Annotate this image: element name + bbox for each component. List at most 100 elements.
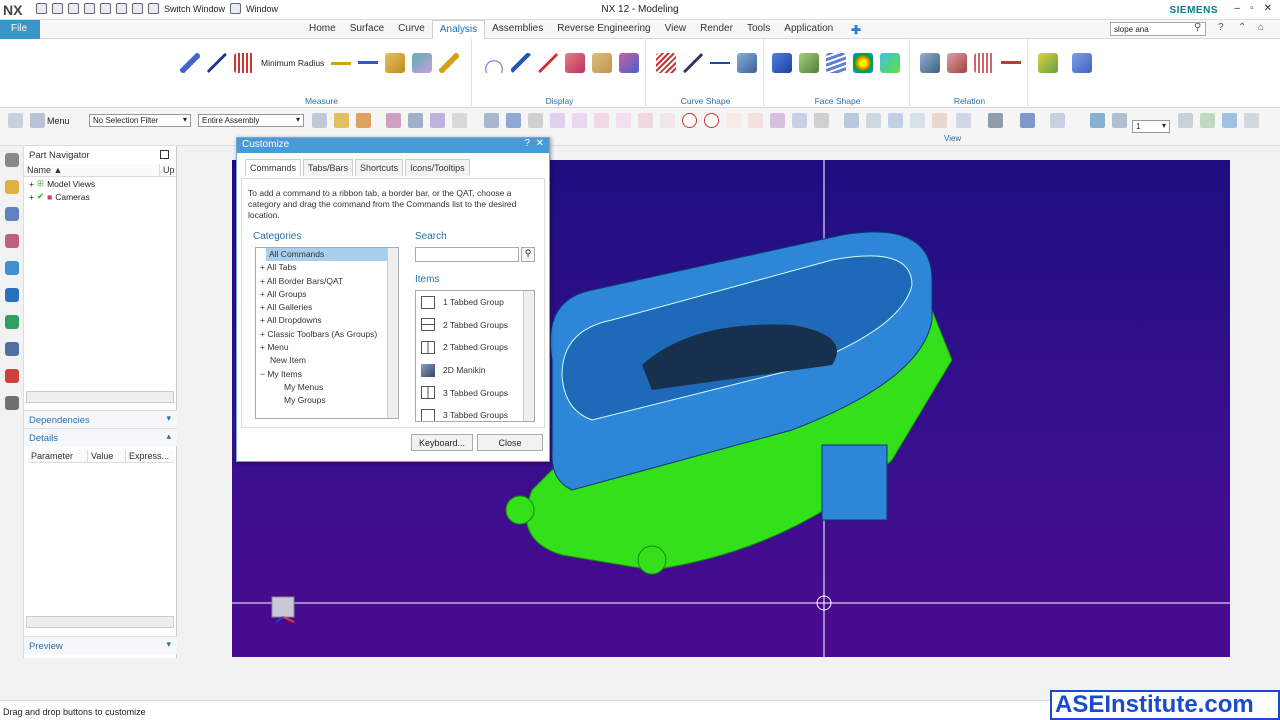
- wcs-icon[interactable]: [1178, 113, 1193, 128]
- category-item[interactable]: − My Items: [256, 368, 398, 381]
- expand-icon[interactable]: +: [260, 276, 265, 286]
- expression-column-header[interactable]: Express...: [126, 450, 172, 462]
- keyboard-button[interactable]: Keyboard...: [411, 434, 473, 451]
- mid-point-icon[interactable]: [594, 113, 609, 128]
- layer-settings-icon[interactable]: [1112, 113, 1127, 128]
- more-tools-icon[interactable]: [1072, 53, 1092, 73]
- tab-render[interactable]: Render: [693, 20, 740, 39]
- pan-icon[interactable]: [910, 113, 925, 128]
- chevron-up-icon[interactable]: ▴: [166, 431, 171, 442]
- items-vertical-scrollbar[interactable]: [523, 291, 534, 421]
- simple-distance-icon[interactable]: [439, 53, 460, 73]
- category-item[interactable]: All Commands: [266, 248, 398, 262]
- select-feature-icon[interactable]: [356, 113, 371, 128]
- reflection-icon[interactable]: [592, 53, 612, 73]
- dependencies-panel-header[interactable]: Dependencies ▾: [24, 410, 177, 428]
- arc-center-icon[interactable]: [682, 113, 697, 128]
- show-hide-icon[interactable]: [1200, 113, 1215, 128]
- sheet-body-icon[interactable]: [506, 113, 521, 128]
- hd3d-tools-icon[interactable]: [5, 288, 19, 302]
- items-list[interactable]: 1 Tabbed Group 2 Tabbed Groups 2 Tabbed …: [415, 290, 535, 422]
- category-item[interactable]: + All Border Bars/QAT: [256, 275, 398, 288]
- command-finder-input[interactable]: slope ana: [1110, 22, 1206, 36]
- snap-icon[interactable]: [334, 113, 349, 128]
- close-icon[interactable]: ✕: [536, 138, 544, 149]
- command-item[interactable]: 2D Manikin: [416, 359, 534, 382]
- system-materials-icon[interactable]: [5, 369, 19, 383]
- category-item[interactable]: + All Groups: [256, 288, 398, 301]
- inflection-icon[interactable]: [710, 53, 730, 73]
- control-point-icon[interactable]: [616, 113, 631, 128]
- tab-reverse-engineering[interactable]: Reverse Engineering: [550, 20, 657, 39]
- name-column-header[interactable]: Name ▲: [24, 164, 160, 176]
- category-item[interactable]: + All Tabs: [256, 261, 398, 274]
- minimum-radius-button[interactable]: Minimum Radius: [261, 58, 324, 68]
- category-item[interactable]: + Menu: [256, 341, 398, 354]
- general-selection-icon[interactable]: [312, 113, 327, 128]
- move-icon[interactable]: [528, 113, 543, 128]
- face-curvature-icon[interactable]: [565, 53, 585, 73]
- expand-icon[interactable]: +: [260, 329, 265, 339]
- preview-panel-header[interactable]: Preview ▾: [24, 636, 177, 654]
- bounded-grid-icon[interactable]: [792, 113, 807, 128]
- solid-body-icon[interactable]: [484, 113, 499, 128]
- curve-analysis-icon[interactable]: [511, 53, 531, 73]
- details-panel-header[interactable]: Details ▴: [24, 428, 177, 446]
- assembly-scope-select[interactable]: Entire Assembly: [198, 114, 304, 127]
- deviation-icon[interactable]: [538, 53, 558, 73]
- gallery-icon[interactable]: [1038, 53, 1058, 73]
- measure-bodies-icon[interactable]: [385, 53, 406, 73]
- command-item[interactable]: 2 Tabbed Groups: [416, 336, 534, 359]
- dialog-title-bar[interactable]: Customize ? ✕: [237, 138, 549, 153]
- category-item[interactable]: New Item: [256, 354, 398, 367]
- end-point-icon[interactable]: [572, 113, 587, 128]
- continuity-icon[interactable]: [974, 53, 994, 73]
- parameter-column-header[interactable]: Parameter: [28, 450, 88, 462]
- measure-length-icon[interactable]: [234, 53, 254, 73]
- constraint-navigator-icon[interactable]: [5, 207, 19, 221]
- intersection-icon[interactable]: [638, 113, 653, 128]
- expand-icon[interactable]: +: [260, 302, 265, 312]
- expand-icon[interactable]: +: [29, 192, 34, 202]
- point-on-surface-icon[interactable]: [770, 113, 785, 128]
- fit-icon[interactable]: [844, 113, 859, 128]
- search-icon[interactable]: ⚲: [521, 247, 535, 262]
- expand-icon[interactable]: +: [260, 262, 265, 272]
- orient-view-icon[interactable]: [932, 113, 947, 128]
- color-map-icon[interactable]: [853, 53, 873, 73]
- web-browser-icon[interactable]: [5, 315, 19, 329]
- category-item[interactable]: My Groups: [256, 394, 398, 407]
- show-all-icon[interactable]: [1244, 113, 1259, 128]
- roles-icon[interactable]: [5, 396, 19, 410]
- assembly-navigator-icon[interactable]: [5, 180, 19, 194]
- category-item[interactable]: + Classic Toolbars (As Groups): [256, 328, 398, 341]
- work-layer-select[interactable]: 1: [1132, 120, 1170, 133]
- curve-comb-icon[interactable]: [656, 53, 676, 73]
- tab-analysis[interactable]: Analysis: [431, 20, 486, 39]
- restore-icon[interactable]: ▫: [1250, 3, 1254, 14]
- command-search-input[interactable]: [415, 247, 519, 262]
- curve-shape-icon[interactable]: [737, 53, 757, 73]
- settings-icon[interactable]: [5, 153, 19, 167]
- add-tab-icon[interactable]: ✚: [851, 23, 861, 37]
- grid-icon[interactable]: [814, 113, 829, 128]
- select-edge-icon[interactable]: [408, 113, 423, 128]
- local-radius-icon[interactable]: [412, 53, 433, 73]
- command-item[interactable]: 3 Tabbed Groups: [416, 381, 534, 404]
- tangent-icon[interactable]: [660, 113, 675, 128]
- resource-bar-icon[interactable]: ⌂: [1258, 22, 1264, 33]
- tab-curve[interactable]: Curve: [391, 20, 432, 39]
- expand-icon[interactable]: +: [260, 289, 265, 299]
- up-column-header[interactable]: Up: [160, 164, 176, 176]
- tab-surface[interactable]: Surface: [343, 20, 391, 39]
- selection-filter-select[interactable]: No Selection Filter: [89, 114, 191, 127]
- radius-analysis-icon[interactable]: [799, 53, 819, 73]
- history-icon[interactable]: [5, 342, 19, 356]
- details-horizontal-scrollbar[interactable]: [26, 616, 174, 628]
- tab-view[interactable]: View: [658, 20, 694, 39]
- select-body-icon[interactable]: [430, 113, 445, 128]
- edit-section-icon[interactable]: [1020, 113, 1035, 128]
- slope-icon[interactable]: [619, 53, 639, 73]
- rendering-style-icon[interactable]: [988, 113, 1003, 128]
- measure-angle-icon[interactable]: [207, 53, 227, 73]
